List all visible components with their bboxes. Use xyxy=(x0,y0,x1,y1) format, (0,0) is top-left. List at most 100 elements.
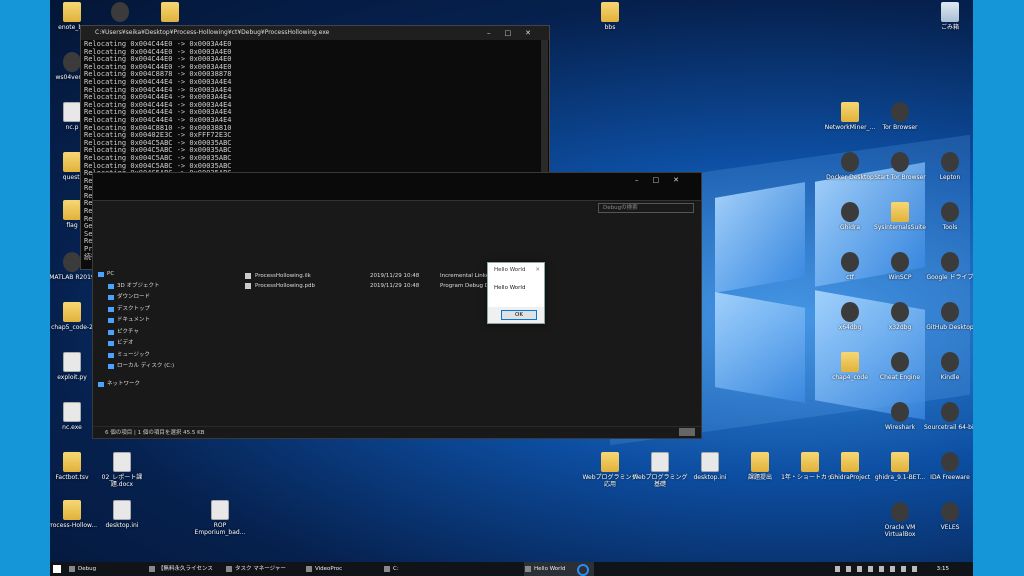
folder-icon xyxy=(601,452,619,472)
app-icon xyxy=(941,152,959,172)
app-icon xyxy=(63,52,81,72)
folder-icon xyxy=(108,318,114,323)
app-icon xyxy=(891,102,909,122)
explorer-titlebar[interactable]: –□✕ xyxy=(93,173,701,187)
desktop-icon-kindle[interactable]: Kindle xyxy=(920,352,973,381)
taskbar-item-label: Debug xyxy=(78,566,97,572)
taskbar-item-c-users-seika-deskt[interactable]: C:¥Users¥seika¥Deskt... xyxy=(383,562,458,576)
folder-icon xyxy=(63,452,81,472)
app-icon xyxy=(941,252,959,272)
window-controls[interactable]: –□✕ xyxy=(487,26,545,40)
desktop-icon-item[interactable]: ごみ箱 xyxy=(920,2,973,31)
desktop-icon-label: Tools xyxy=(942,224,958,231)
desktop-icon-ida-freeware[interactable]: IDA Freeware xyxy=(920,452,973,481)
desktop-icon-label: Lepton xyxy=(939,174,961,181)
view-toggle-buttons[interactable] xyxy=(679,428,695,436)
app-icon xyxy=(525,566,531,572)
desktop-icon-github-desktop[interactable]: GitHub Desktop xyxy=(920,302,973,331)
folder-icon xyxy=(108,329,114,335)
wallpaper-logo-pane xyxy=(715,182,805,293)
close-icon[interactable]: ✕ xyxy=(535,263,540,277)
desktop-icon-sourcetrail-64-bit[interactable]: Sourcetrail 64-bit xyxy=(920,402,973,431)
desktop-icon-tools[interactable]: Tools xyxy=(920,202,973,231)
ok-button[interactable]: OK xyxy=(501,310,537,320)
taskbar-item-label: 【無料永久ライセンス配... xyxy=(158,566,213,572)
nav-item-c[interactable]: ローカル ディスク (C:) xyxy=(93,361,185,373)
taskbar-item-item[interactable]: タスク マネージャー xyxy=(225,562,295,576)
folder-icon xyxy=(98,272,104,277)
file-icon xyxy=(113,452,131,472)
folder-icon xyxy=(161,2,179,22)
nav-item-label: ミュージック xyxy=(117,351,150,358)
desktop-icon-tor-browser[interactable]: Tor Browser xyxy=(870,102,930,131)
nav-item-item[interactable]: ピクチャ xyxy=(93,327,185,339)
app-icon xyxy=(891,402,909,422)
folder-icon xyxy=(63,152,81,172)
app-icon xyxy=(891,302,909,322)
nav-item-label: ビデオ xyxy=(117,340,134,346)
desktop-icon-label: VELES xyxy=(940,524,960,531)
desktop-icon-bbs[interactable]: bbs xyxy=(580,2,640,31)
nav-item-label: PC xyxy=(107,271,115,277)
app-icon xyxy=(891,352,909,372)
nav-item-pc[interactable]: PC xyxy=(93,269,185,281)
windows-start-icon[interactable] xyxy=(53,565,61,573)
explorer-window[interactable]: –□✕ Debugの検索 PC 3D オブジェクト ダウンロードデスクトップ ドキュメ… xyxy=(92,172,702,439)
app-icon xyxy=(63,252,81,272)
window-controls[interactable]: –□✕ xyxy=(635,173,693,187)
network-icon xyxy=(98,381,104,387)
message-box: Hello World ✕ Hello World OK xyxy=(487,262,545,324)
desktop-icon-desktop-ini[interactable]: desktop.ini xyxy=(92,500,152,529)
status-text: 6 個の項目 | 1 個の項目を選択 45.5 KB xyxy=(105,430,205,436)
folder-icon xyxy=(841,452,859,472)
app-icon xyxy=(306,566,312,572)
folder-icon xyxy=(108,306,114,312)
folder-icon xyxy=(108,283,114,289)
file-icon xyxy=(113,500,131,520)
app-icon xyxy=(941,352,959,372)
taskbar-clock[interactable]: 3:15 xyxy=(937,562,949,576)
app-icon xyxy=(841,252,859,272)
desktop: enote_bo ws04ver20 nc.p questi flag MATLAB R2… xyxy=(50,0,973,576)
nav-item-network[interactable]: ネットワーク xyxy=(93,379,185,391)
system-tray-icons[interactable] xyxy=(835,566,921,572)
folder-icon xyxy=(891,202,909,222)
nav-item-item[interactable]: ビデオ xyxy=(93,338,185,350)
nav-item-label: ドキュメント xyxy=(117,317,151,323)
folder-icon xyxy=(108,295,114,300)
desktop-icon-google[interactable]: Google ドライブ xyxy=(920,252,973,281)
desktop-icon-label: 02_レポート課題.docx xyxy=(101,474,143,488)
nav-item-3d[interactable]: 3D オブジェクト xyxy=(93,281,185,293)
folder-icon xyxy=(108,364,114,369)
console-title: C:¥Users¥seika¥Desktop¥Process-Hollowing… xyxy=(95,29,330,36)
desktop-icon-label: desktop.ini xyxy=(105,522,139,529)
nav-item-item[interactable]: ミュージック xyxy=(93,350,185,362)
taskbar-item-label: タスク マネージャー xyxy=(235,566,286,572)
explorer-ribbon[interactable] xyxy=(93,187,701,201)
app-icon xyxy=(891,502,909,522)
nav-item-item[interactable]: ドキュメント xyxy=(93,315,185,327)
folder-icon xyxy=(63,200,81,220)
file-icon xyxy=(245,273,251,279)
nav-item-label: ダウンロード xyxy=(117,294,151,300)
taskbar-item-label: VideoProc xyxy=(315,566,343,572)
search-input[interactable]: Debugの検索 xyxy=(598,203,694,213)
taskbar-item-label: Hello World xyxy=(534,566,566,572)
nav-item-label: ローカル ディスク (C:) xyxy=(117,363,175,369)
folder-icon xyxy=(63,302,81,322)
desktop-icon-lepton[interactable]: Lepton xyxy=(920,152,973,181)
desktop-icon-item[interactable] xyxy=(140,2,200,24)
taskbar-item-videoproc[interactable]: VideoProc xyxy=(305,562,365,576)
console-titlebar[interactable]: C:¥Users¥seika¥Desktop¥Process-Hollowing… xyxy=(81,26,549,40)
taskbar-item-item[interactable]: 【無料永久ライセンス配... xyxy=(148,562,218,576)
file-name: ProcessHollowing.pdb xyxy=(255,283,316,289)
folder-icon xyxy=(841,352,859,372)
desktop-icon-veles[interactable]: VELES xyxy=(920,502,973,531)
address-bar[interactable]: Debugの検索 xyxy=(93,201,701,215)
desktop-icon-rop-emporium-bad[interactable]: ROP Emporium_bad... xyxy=(190,500,250,536)
nav-item-item[interactable]: ダウンロード xyxy=(93,292,185,304)
nav-item-item[interactable]: デスクトップ xyxy=(93,304,185,316)
file-icon xyxy=(63,352,81,372)
desktop-icon-02-docx[interactable]: 02_レポート課題.docx xyxy=(92,452,152,488)
taskbar-item-debug[interactable]: Debug xyxy=(68,562,128,576)
